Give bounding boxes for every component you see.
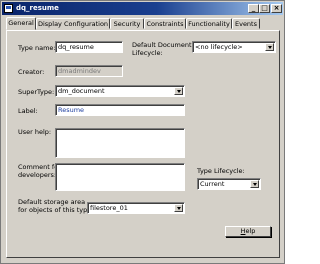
maximize-button[interactable]: □ — [259, 4, 270, 13]
supertype-label: SuperType: — [18, 88, 55, 96]
type-name-input[interactable]: dq_resume — [55, 41, 123, 53]
type-lifecycle-select[interactable]: Current — [197, 178, 261, 190]
storage-select[interactable]: filestore_01 — [87, 202, 185, 214]
dialog-window: dq_resume _ □ × General Display Configur… — [0, 0, 285, 264]
help-button-label: elp — [245, 227, 256, 235]
type-lifecycle-label: Type Lifecycle: — [197, 167, 245, 175]
label-input[interactable]: Resume — [55, 104, 185, 116]
tab-security[interactable]: Security — [110, 18, 144, 29]
creator-label: Creator: — [18, 68, 45, 76]
label-field-label: Label: — [18, 107, 38, 115]
default-lifecycle-label-line1: Default Document — [132, 41, 192, 49]
type-name-label: Type name: — [18, 44, 56, 52]
default-lifecycle-select[interactable]: <no lifecycle> — [192, 41, 276, 53]
tab-events[interactable]: Events — [232, 18, 260, 29]
chevron-down-icon[interactable] — [265, 43, 274, 51]
title-bar[interactable]: dq_resume _ □ × — [2, 2, 283, 15]
storage-value: filestore_01 — [90, 204, 128, 212]
window-icon — [4, 4, 13, 13]
default-lifecycle-label-line2: Lifecycle: — [132, 49, 163, 57]
chevron-down-icon[interactable] — [250, 180, 259, 188]
help-button[interactable]: Help — [225, 226, 271, 237]
general-panel: Type name: dq_resume Default Document Li… — [6, 30, 280, 258]
supertype-value: dm_document — [58, 87, 105, 95]
supertype-select[interactable]: dm_document — [55, 85, 185, 97]
tab-constraints[interactable]: Constraints — [144, 18, 186, 29]
comment-label-line2: developers: — [18, 171, 57, 179]
user-help-label: User help: — [18, 128, 52, 136]
user-help-textarea[interactable] — [55, 128, 185, 158]
minimize-button[interactable]: _ — [248, 4, 259, 13]
creator-input: dmadmindev — [55, 65, 123, 77]
default-lifecycle-value: <no lifecycle> — [195, 43, 243, 51]
tab-display-configuration[interactable]: Display Configuration — [36, 18, 110, 29]
tab-general[interactable]: General — [6, 17, 36, 30]
comment-textarea[interactable] — [55, 163, 185, 191]
storage-label-line2: for objects of this type: — [18, 206, 94, 214]
type-lifecycle-value: Current — [200, 180, 225, 188]
storage-label-line1: Default storage area — [18, 198, 86, 206]
chevron-down-icon[interactable] — [174, 87, 183, 95]
chevron-down-icon[interactable] — [174, 204, 183, 212]
window-title: dq_resume — [16, 4, 59, 12]
close-button[interactable]: × — [271, 4, 282, 13]
tab-functionality[interactable]: Functionality — [186, 18, 232, 29]
